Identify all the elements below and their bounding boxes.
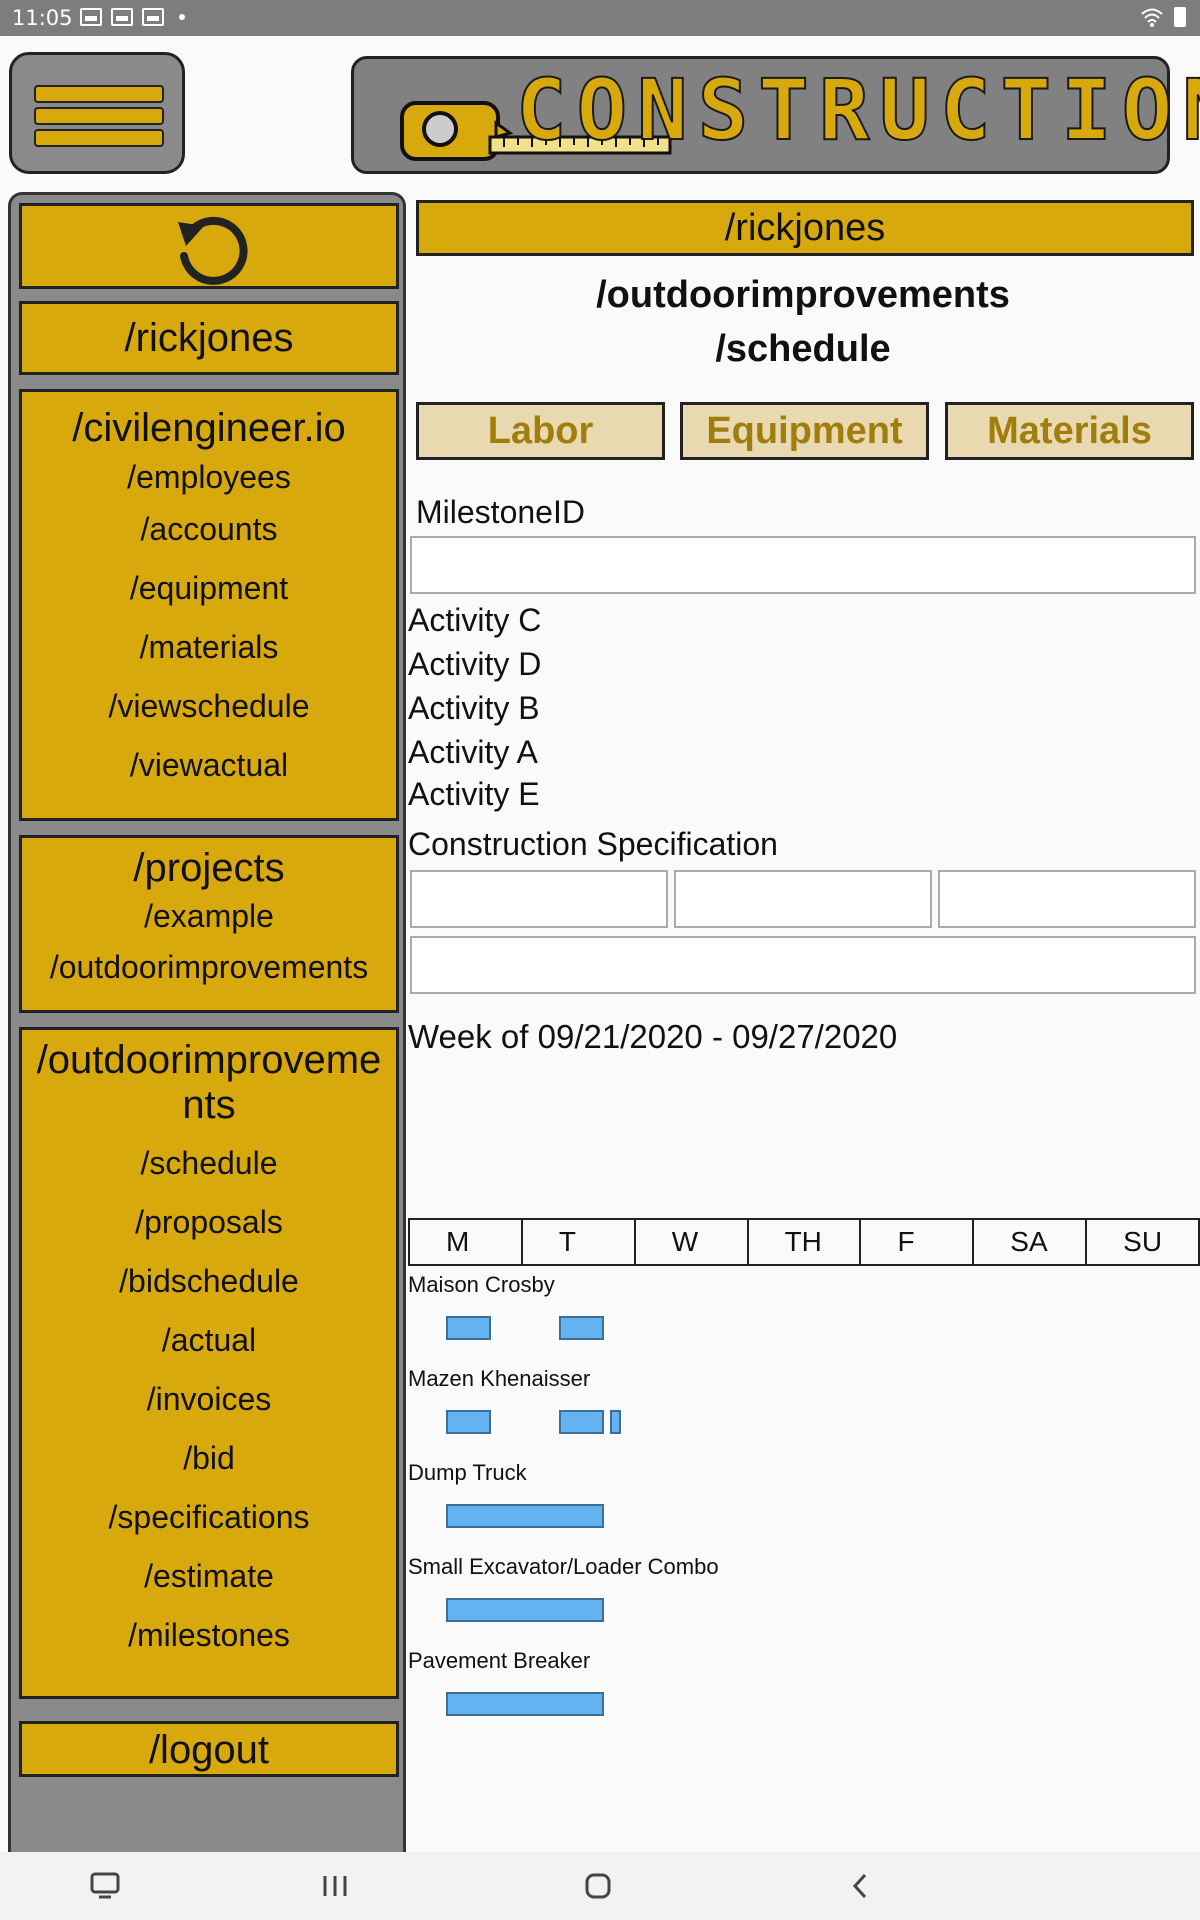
page-title-line2: /schedule (715, 328, 891, 370)
logout-label: /logout (148, 1728, 270, 1772)
day-header-cell: F (861, 1220, 975, 1264)
sidebar-link-proposals[interactable]: /proposals (22, 1193, 396, 1252)
hamburger-icon (34, 85, 164, 103)
user-banner[interactable]: /rickjones (416, 200, 1194, 256)
refresh-button[interactable] (19, 203, 399, 289)
spec-input-4[interactable] (410, 936, 1196, 994)
sidebar-link-equipment[interactable]: /equipment (22, 559, 396, 618)
day-header-cell: SA (974, 1220, 1088, 1264)
day-header-cell: T (523, 1220, 636, 1264)
gallery-icon (80, 8, 102, 26)
spec-label: Construction Specification (408, 826, 778, 862)
screen-mirror-icon[interactable] (90, 1872, 120, 1900)
sidebar-link-invoices[interactable]: /invoices (22, 1370, 396, 1429)
resource-name: Dump Truck (408, 1460, 527, 1485)
activity-item[interactable]: Activity D (408, 646, 541, 683)
activity-item[interactable]: Activity C (408, 602, 541, 639)
sidebar-link-specifications[interactable]: /specifications (22, 1488, 396, 1547)
sidebar-link-materials[interactable]: /materials (22, 618, 396, 677)
tab-equipment[interactable]: Equipment (680, 402, 929, 460)
sidebar-user-label: /rickjones (124, 316, 294, 360)
sidebar-projects-section: /projects /example /outdoorimprovements (19, 835, 399, 1013)
day-header-cell: TH (749, 1220, 862, 1264)
tab-materials[interactable]: Materials (945, 402, 1194, 460)
main-content: /rickjones /outdoorimprovements /schedul… (406, 192, 1200, 1852)
sidebar-link-milestones[interactable]: /milestones (22, 1606, 396, 1665)
recent-apps-icon[interactable] (322, 1874, 348, 1898)
milestone-input[interactable] (410, 536, 1196, 594)
schedule-block[interactable] (446, 1504, 605, 1528)
hamburger-bar (34, 107, 164, 125)
activity-item[interactable]: Activity E (408, 776, 540, 812)
sidebar-link-actual[interactable]: /actual (22, 1311, 396, 1370)
spec-input-1[interactable] (410, 870, 668, 928)
refresh-icon (178, 216, 248, 285)
sidebar-project-title-cont[interactable]: nts (22, 1084, 396, 1126)
resource-name: Maison Crosby (408, 1272, 555, 1297)
sidebar-site-title[interactable]: /civilengineer.io (22, 402, 396, 454)
sidebar-link-bid[interactable]: /bid (22, 1429, 396, 1488)
day-header-cell: SU (1123, 1226, 1163, 1257)
sidebar-site-section: /civilengineer.io /employees /accounts /… (19, 389, 399, 821)
sidebar-projects-title[interactable]: /projects (22, 842, 396, 894)
hamburger-bar (34, 129, 164, 147)
photo-icon (111, 8, 133, 26)
logo-text: CONSTRUCTION (515, 60, 1200, 160)
sidebar-project-section: /outdoorimproveme nts /schedule /proposa… (19, 1027, 399, 1699)
sidebar-project-title[interactable]: /outdoorimproveme (22, 1036, 396, 1084)
wifi-icon (1141, 8, 1163, 27)
sidebar-link-estimate[interactable]: /estimate (22, 1547, 396, 1606)
schedule-block[interactable] (446, 1410, 492, 1434)
battery-icon (1174, 7, 1186, 27)
spec-input-3[interactable] (938, 870, 1196, 928)
schedule-block[interactable] (558, 1410, 605, 1434)
construction-logo: CONSTRUCTION (351, 56, 1200, 174)
sidebar-link-employees[interactable]: /employees (22, 454, 396, 500)
resource-name: Pavement Breaker (408, 1648, 591, 1673)
page-title-line1: /outdoorimprovements (596, 274, 1010, 316)
sidebar-link-schedule[interactable]: /schedule (22, 1134, 396, 1193)
notification-icons (80, 8, 185, 26)
activity-item[interactable]: Activity A (408, 734, 538, 771)
day-header-cell: W (636, 1220, 749, 1264)
schedule-block[interactable] (558, 1316, 605, 1340)
schedule-block[interactable] (609, 1410, 621, 1434)
system-nav-bar (0, 1852, 1200, 1920)
sidebar-link-bidschedule[interactable]: /bidschedule (22, 1252, 396, 1311)
back-icon[interactable] (850, 1872, 870, 1900)
logout-button[interactable]: /logout (19, 1721, 399, 1777)
sidebar: /rickjones /civilengineer.io /employees … (8, 192, 406, 1852)
schedule-block[interactable] (446, 1598, 605, 1622)
sidebar-link-viewschedule[interactable]: /viewschedule (22, 677, 396, 736)
day-header-cell: M (410, 1220, 523, 1264)
resource-name: Small Excavator/Loader Combo (408, 1554, 719, 1579)
week-range: Week of 09/21/2020 - 09/27/2020 (408, 1018, 898, 1055)
tab-labor[interactable]: Labor (416, 402, 665, 460)
page-title: /outdoorimprovements /schedule (406, 268, 1200, 376)
sidebar-link-outdoorimprovements[interactable]: /outdoorimprovements (22, 938, 396, 997)
day-header: M T W TH F SA SU (408, 1218, 1200, 1266)
more-notifications-icon (179, 14, 185, 20)
menu-button[interactable] (9, 52, 185, 174)
sidebar-link-accounts[interactable]: /accounts (22, 500, 396, 559)
resource-name: Mazen Khenaisser (408, 1366, 591, 1391)
sidebar-link-viewactual[interactable]: /viewactual (22, 736, 396, 795)
status-bar: 11:05 (0, 0, 1200, 36)
activity-item[interactable]: Activity B (408, 690, 540, 727)
milestone-label: MilestoneID (416, 494, 585, 530)
schedule-block[interactable] (446, 1692, 605, 1716)
schedule-block[interactable] (446, 1316, 492, 1340)
status-time: 11:05 (12, 6, 73, 30)
sidebar-user[interactable]: /rickjones (19, 301, 399, 375)
spec-input-2[interactable] (674, 870, 932, 928)
sidebar-link-example[interactable]: /example (22, 894, 396, 938)
mail-icon (142, 8, 164, 26)
home-icon[interactable] (584, 1872, 612, 1900)
